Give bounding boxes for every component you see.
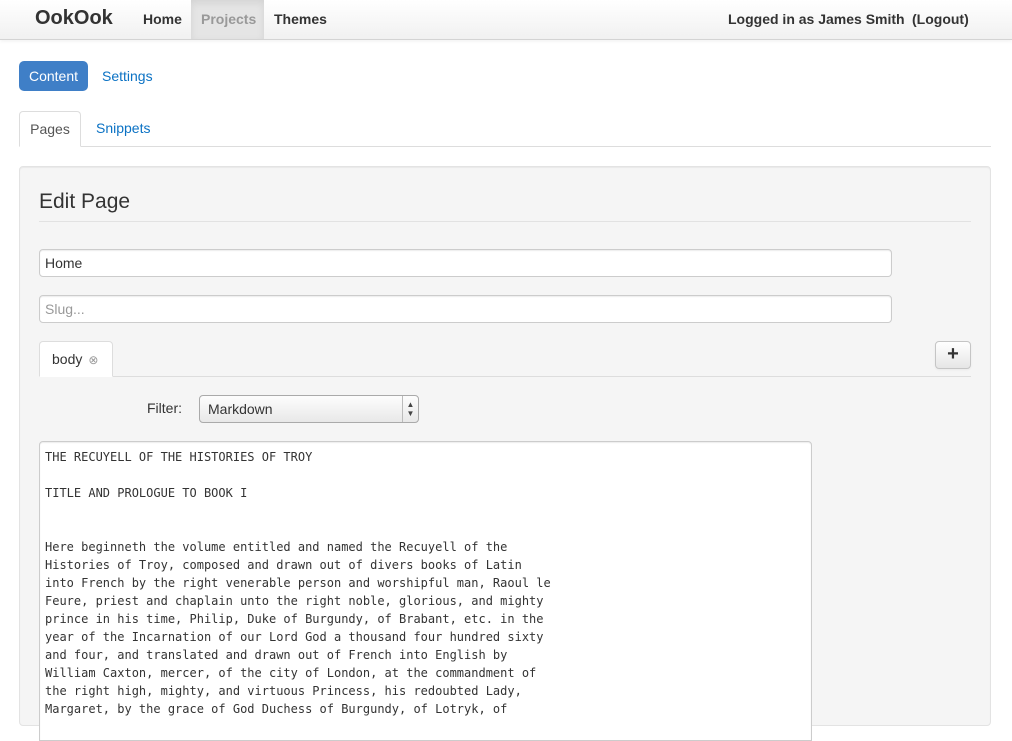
heading-divider [39, 221, 971, 222]
parts-divider [39, 376, 971, 377]
close-icon[interactable]: ⊗ [88, 343, 98, 377]
nav-projects[interactable]: Projects [191, 0, 264, 39]
logout-link[interactable]: (Logout) [902, 0, 979, 39]
pill-settings[interactable]: Settings [90, 61, 165, 91]
nav-themes[interactable]: Themes [264, 0, 337, 39]
filter-label: Filter: [147, 400, 182, 416]
brand-logo[interactable]: OokOok [35, 7, 113, 30]
logged-in-user: Logged in as James Smith [728, 11, 905, 27]
title-input[interactable] [39, 249, 892, 277]
nav-home[interactable]: Home [133, 0, 192, 39]
part-tab-body[interactable]: body ⊗ [39, 341, 113, 377]
filter-selected-value: Markdown [208, 401, 273, 417]
body-text: THE RECUYELL OF THE HISTORIES OF TROY TI… [45, 450, 551, 716]
slug-input[interactable] [39, 295, 892, 323]
part-tab-label: body [52, 351, 83, 367]
pill-content[interactable]: Content [19, 61, 88, 91]
tab-pages[interactable]: Pages [19, 111, 81, 147]
select-arrows-icon: ▲▼ [402, 396, 418, 422]
top-navbar: OokOok Home Projects Themes Logged in as… [0, 0, 1012, 40]
tab-snippets[interactable]: Snippets [84, 111, 162, 147]
add-part-button[interactable]: + [935, 341, 971, 369]
page-title: Edit Page [39, 190, 131, 213]
body-textarea[interactable]: THE RECUYELL OF THE HISTORIES OF TROY TI… [39, 441, 812, 741]
filter-select[interactable]: Markdown ▲▼ [199, 395, 419, 423]
tabs-divider [19, 146, 991, 147]
